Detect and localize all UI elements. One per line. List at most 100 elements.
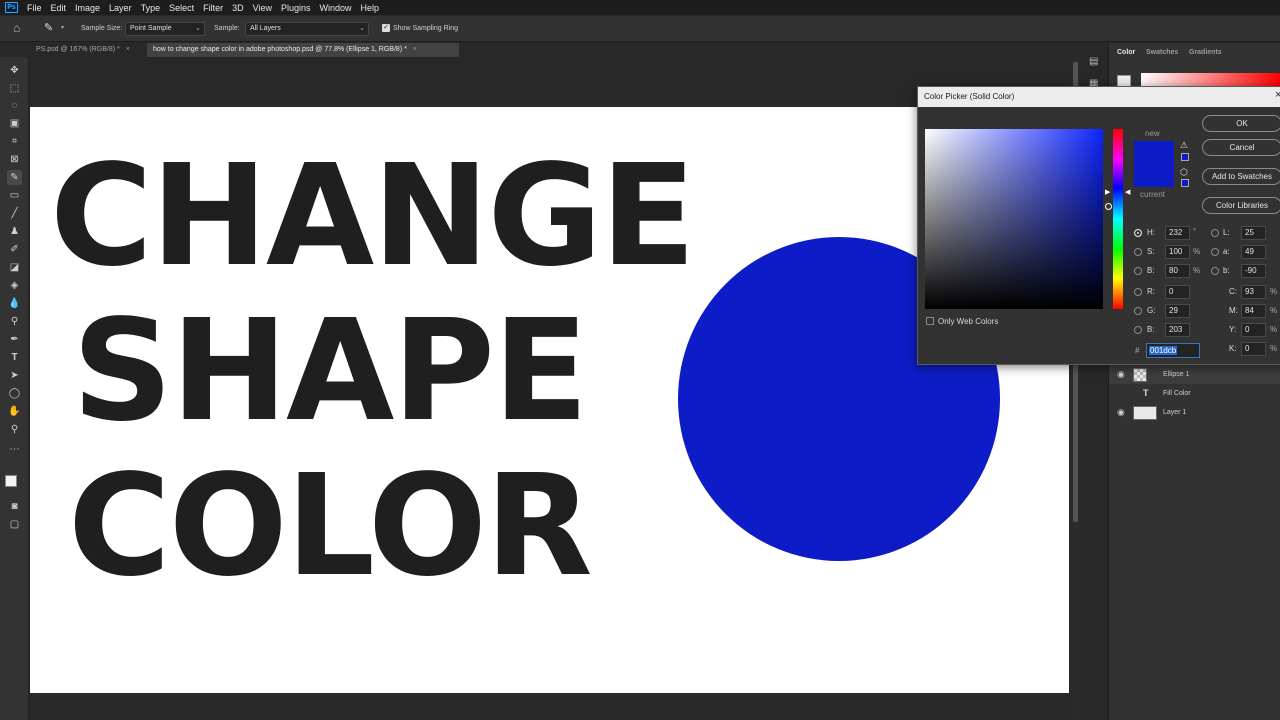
- layer-row-layer1[interactable]: ◉ Layer 1: [1109, 403, 1280, 422]
- foreground-color-swatch[interactable]: [5, 475, 17, 487]
- web-safe-cube-icon[interactable]: ⬡: [1180, 167, 1188, 178]
- ok-button[interactable]: OK: [1202, 115, 1280, 132]
- hex-label: #: [1135, 346, 1140, 355]
- hue-field[interactable]: 232: [1165, 226, 1190, 240]
- hue-slider-left-arrow-icon[interactable]: ▶: [1105, 188, 1110, 196]
- color-libraries-button[interactable]: Color Libraries: [1202, 197, 1280, 214]
- lab-l-field[interactable]: 25: [1241, 226, 1266, 240]
- red-field[interactable]: 0: [1165, 285, 1190, 299]
- magenta-field[interactable]: 84: [1241, 304, 1266, 318]
- menu-plugins[interactable]: Plugins: [281, 3, 311, 13]
- menu-window[interactable]: Window: [320, 3, 352, 13]
- pen-tool-icon[interactable]: ✒: [7, 332, 22, 347]
- saturation-brightness-field[interactable]: [925, 129, 1112, 309]
- menu-view[interactable]: View: [253, 3, 272, 13]
- screen-mode-icon[interactable]: ▢: [7, 517, 22, 532]
- healing-brush-icon[interactable]: ▭: [7, 188, 22, 203]
- yellow-field[interactable]: 0: [1241, 323, 1266, 337]
- tab-gradients[interactable]: Gradients: [1189, 49, 1222, 56]
- menu-filter[interactable]: Filter: [203, 3, 223, 13]
- layer-row-ellipse[interactable]: ◉ Ellipse 1: [1109, 365, 1280, 384]
- hue-slider-right-arrow-icon[interactable]: ◀: [1125, 188, 1130, 196]
- hue-slider[interactable]: [1113, 129, 1123, 309]
- stamp-tool-icon[interactable]: ♟: [7, 224, 22, 239]
- type-tool-icon[interactable]: T: [7, 350, 22, 365]
- lab-l-radio[interactable]: [1211, 229, 1219, 237]
- blue-radio[interactable]: [1134, 326, 1142, 334]
- quick-mask-icon[interactable]: ◙: [7, 499, 22, 514]
- menu-3d[interactable]: 3D: [232, 3, 244, 13]
- eyedropper-tool-icon[interactable]: ✎: [44, 21, 53, 34]
- green-field[interactable]: 29: [1165, 304, 1190, 318]
- tab-swatches[interactable]: Swatches: [1146, 49, 1178, 56]
- path-select-icon[interactable]: ➤: [7, 368, 22, 383]
- menu-file[interactable]: File: [27, 3, 42, 13]
- black-field[interactable]: 0: [1241, 342, 1266, 356]
- tab-color[interactable]: Color: [1117, 49, 1135, 56]
- visibility-eye-icon[interactable]: ◉: [1117, 407, 1125, 418]
- history-brush-icon[interactable]: ✐: [7, 242, 22, 257]
- close-icon[interactable]: ×: [413, 46, 417, 53]
- dodge-tool-icon[interactable]: ⚲: [7, 314, 22, 329]
- saturation-field[interactable]: 100: [1165, 245, 1190, 259]
- add-to-swatches-button[interactable]: Add to Swatches: [1202, 168, 1280, 185]
- tab-ps-psd[interactable]: PS.psd @ 167% (RGB/8) * ×: [30, 43, 146, 57]
- paint-bucket-icon[interactable]: ◈: [7, 278, 22, 293]
- hue-radio[interactable]: [1134, 229, 1142, 237]
- brightness-radio[interactable]: [1134, 267, 1142, 275]
- marquee-tool-icon[interactable]: ⬚: [7, 81, 22, 96]
- lasso-tool-icon[interactable]: ◌: [7, 98, 22, 113]
- menu-edit[interactable]: Edit: [51, 3, 67, 13]
- sample-size-select[interactable]: Point Sample ⌄: [125, 22, 205, 36]
- cancel-button[interactable]: Cancel: [1202, 139, 1280, 156]
- red-radio[interactable]: [1134, 288, 1142, 296]
- document-canvas[interactable]: CHANGE SHAPE COLOR: [30, 107, 1069, 693]
- saturation-radio[interactable]: [1134, 248, 1142, 256]
- show-ring-checkbox[interactable]: ✓: [382, 24, 390, 32]
- ellipse-tool-icon[interactable]: ◯: [7, 386, 22, 401]
- move-tool-icon[interactable]: ✥: [7, 63, 22, 78]
- menu-help[interactable]: Help: [361, 3, 380, 13]
- history-panel-icon[interactable]: ▤: [1089, 56, 1101, 68]
- tool-preset-chevron-icon[interactable]: ▾: [61, 24, 64, 31]
- lab-a-field[interactable]: 49: [1241, 245, 1266, 259]
- menu-image[interactable]: Image: [75, 3, 100, 13]
- only-web-colors-checkbox[interactable]: Only Web Colors: [926, 317, 998, 326]
- checkbox-box[interactable]: [926, 317, 934, 325]
- eraser-tool-icon[interactable]: ◪: [7, 260, 22, 275]
- brightness-field[interactable]: 80: [1165, 264, 1190, 278]
- frame-tool-icon[interactable]: ⊠: [7, 152, 22, 167]
- lab-b-radio[interactable]: [1211, 267, 1219, 275]
- blue-field[interactable]: 203: [1165, 323, 1190, 337]
- lab-b-field[interactable]: -90: [1241, 264, 1266, 278]
- tab-shape-color-psd[interactable]: how to change shape color in adobe photo…: [147, 43, 459, 57]
- eyedropper-icon[interactable]: ✎: [7, 170, 22, 185]
- object-select-tool-icon[interactable]: ▣: [7, 116, 22, 131]
- percent-unit: %: [1193, 247, 1201, 256]
- blur-tool-icon[interactable]: 💧: [7, 296, 22, 311]
- crop-tool-icon[interactable]: ⌗: [7, 134, 22, 149]
- web-safe-color-swatch[interactable]: [1181, 179, 1189, 187]
- home-icon[interactable]: ⌂: [13, 21, 20, 35]
- menu-layer[interactable]: Layer: [109, 3, 132, 13]
- brush-tool-icon[interactable]: ╱: [7, 206, 22, 221]
- lab-a-radio[interactable]: [1211, 248, 1219, 256]
- layer-row-fill-color[interactable]: T Fill Color: [1109, 384, 1280, 403]
- current-color-swatch[interactable]: [1134, 164, 1174, 187]
- hex-field[interactable]: 001dcb: [1146, 343, 1200, 358]
- menu-type[interactable]: Type: [141, 3, 161, 13]
- menu-select[interactable]: Select: [169, 3, 194, 13]
- show-ring-label: Show Sampling Ring: [393, 25, 458, 32]
- cyan-field[interactable]: 93: [1241, 285, 1266, 299]
- visibility-eye-icon[interactable]: ◉: [1117, 369, 1125, 380]
- green-radio[interactable]: [1134, 307, 1142, 315]
- more-tools-icon[interactable]: ⋯: [7, 442, 22, 457]
- close-icon[interactable]: ×: [1275, 89, 1280, 101]
- gamut-color-swatch[interactable]: [1181, 153, 1189, 161]
- hand-tool-icon[interactable]: ✋: [7, 404, 22, 419]
- close-icon[interactable]: ×: [126, 46, 130, 53]
- out-of-gamut-warning-icon[interactable]: ⚠: [1180, 140, 1188, 151]
- color-marker[interactable]: [1105, 203, 1112, 210]
- sample-select[interactable]: All Layers ⌄: [245, 22, 369, 36]
- zoom-tool-icon[interactable]: ⚲: [7, 422, 22, 437]
